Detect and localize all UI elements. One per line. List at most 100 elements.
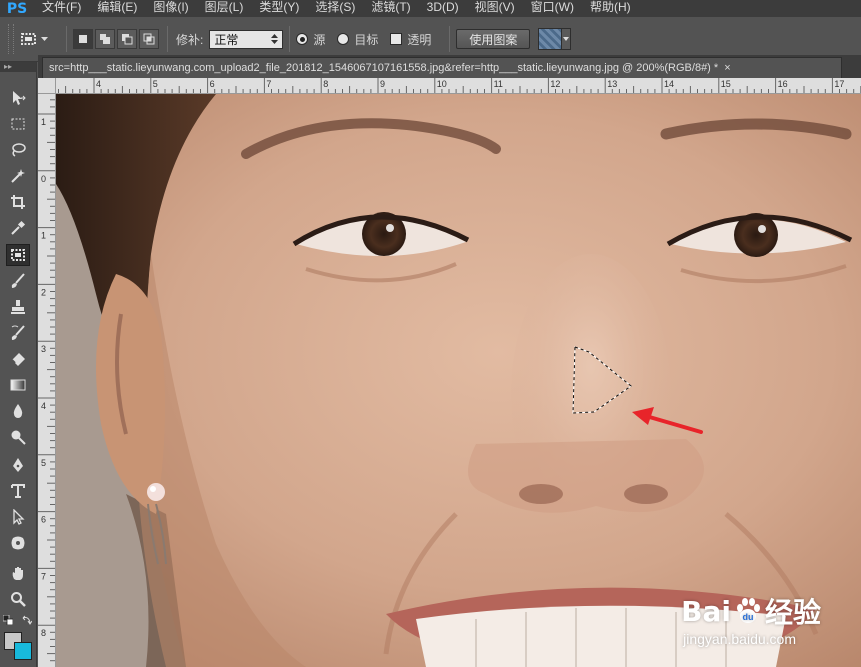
source-label: 源 xyxy=(313,32,326,47)
ruler-label: 8 xyxy=(41,628,46,638)
patch-tool-icon xyxy=(21,33,36,45)
document-canvas[interactable]: Bai du 经验 jingyan.baidu.com xyxy=(56,94,861,667)
ruler-label: 7 xyxy=(41,571,46,581)
default-colors-icon[interactable] xyxy=(2,614,14,626)
marquee-tool[interactable] xyxy=(6,113,30,135)
custom-shape-tool[interactable] xyxy=(6,532,30,554)
menu-item[interactable]: 帮助(H) xyxy=(582,0,639,17)
zoom-tool[interactable] xyxy=(6,588,30,610)
photoshop-logo: PS xyxy=(6,0,28,17)
ruler-label: 12 xyxy=(550,79,560,89)
move-tool[interactable] xyxy=(6,87,30,109)
ruler-label: 4 xyxy=(41,401,46,411)
ruler-label: 7 xyxy=(266,79,271,89)
menu-item[interactable]: 文件(F) xyxy=(34,0,89,17)
dodge-tool[interactable] xyxy=(6,426,30,448)
source-radio-group[interactable]: 源 xyxy=(296,31,325,48)
clone-stamp-tool[interactable] xyxy=(6,296,30,318)
eraser-tool[interactable] xyxy=(6,348,30,370)
separator xyxy=(167,26,168,52)
brush-icon xyxy=(11,273,25,288)
paw-icon: du xyxy=(736,598,760,623)
menu-item[interactable]: 滤镜(T) xyxy=(363,0,418,17)
move-icon xyxy=(13,91,26,105)
ruler-label: 10 xyxy=(437,79,447,89)
separator xyxy=(66,26,67,52)
ruler-label: 6 xyxy=(41,515,46,525)
menu-item[interactable]: 窗口(W) xyxy=(523,0,582,17)
tool-preset-picker[interactable] xyxy=(20,26,60,52)
history-brush-tool[interactable] xyxy=(6,322,30,344)
hand-icon xyxy=(12,567,23,580)
new-selection-icon xyxy=(79,35,87,43)
source-radio[interactable] xyxy=(296,33,309,45)
intersect-selection-button[interactable] xyxy=(139,29,159,49)
drop-icon xyxy=(13,404,23,418)
gradient-icon xyxy=(10,379,26,391)
brush-tool[interactable] xyxy=(6,270,30,292)
magic-wand-tool[interactable] xyxy=(6,165,30,187)
ruler-label: 15 xyxy=(721,79,731,89)
background-color-swatch[interactable] xyxy=(14,642,32,660)
menu-item[interactable]: 图层(L) xyxy=(197,0,252,17)
ruler-label: 1 xyxy=(41,231,46,241)
gradient-tool[interactable] xyxy=(6,374,30,396)
chevron-down-icon xyxy=(41,36,48,41)
horizontal-ruler-ticks: 4 5 6 7 8 9 10 11 12 13 14 15 16 17 xyxy=(58,78,861,93)
toolbox-collapse[interactable]: ▸▸ xyxy=(0,62,36,72)
horizontal-ruler[interactable]: 4 5 6 7 8 9 10 11 12 13 14 15 16 17 xyxy=(56,78,861,94)
patch-mode-select[interactable]: 正常 xyxy=(209,29,284,49)
type-tool[interactable] xyxy=(6,480,30,502)
menu-item[interactable]: 编辑(E) xyxy=(89,0,145,17)
crop-icon xyxy=(11,195,25,209)
vertical-ruler[interactable]: 10123456789 xyxy=(38,94,56,667)
crop-tool[interactable] xyxy=(6,191,30,213)
ruler-label: 8 xyxy=(323,79,328,89)
face-photo xyxy=(56,94,861,667)
swap-colors-icon[interactable] xyxy=(22,614,33,625)
menu-item[interactable]: 视图(V) xyxy=(467,0,523,17)
select-arrows-icon xyxy=(271,34,279,44)
pen-tool[interactable] xyxy=(6,454,30,476)
intersect-selection-icon xyxy=(143,33,155,45)
ruler-label: 11 xyxy=(494,79,503,89)
stamp-icon xyxy=(11,300,25,314)
ruler-origin[interactable] xyxy=(38,78,56,94)
menu-bar: PS 文件(F) 编辑(E) 图像(I) 图层(L) 类型(Y) 选择(S) 滤镜(T) 3D… xyxy=(0,0,861,17)
menu-item[interactable]: 选择(S) xyxy=(307,0,363,17)
lasso-icon xyxy=(12,143,26,157)
path-selection-tool[interactable] xyxy=(6,506,30,528)
use-pattern-button[interactable]: 使用图案 xyxy=(456,29,531,49)
target-label: 目标 xyxy=(354,32,379,47)
new-selection-button[interactable] xyxy=(73,29,93,49)
baidu-brand-left: Bai xyxy=(681,594,731,628)
ruler-label: 13 xyxy=(607,79,617,89)
target-radio-group[interactable]: 目标 xyxy=(337,31,378,48)
vertical-ruler-ticks: 10123456789 xyxy=(38,99,55,662)
document-tab[interactable]: src=http___static.lieyunwang.com_upload2… xyxy=(42,57,842,78)
pattern-swatch[interactable] xyxy=(538,28,563,50)
target-radio[interactable] xyxy=(337,33,350,45)
pen-icon xyxy=(13,458,23,472)
transparent-checkbox-group[interactable]: 透明 xyxy=(390,31,431,48)
pattern-picker-arrow[interactable] xyxy=(562,28,572,50)
hand-tool[interactable] xyxy=(6,562,30,584)
lasso-tool[interactable] xyxy=(6,139,30,161)
menu-item[interactable]: 图像(I) xyxy=(145,0,196,17)
patch-tool[interactable] xyxy=(6,244,30,266)
ruler-label: 6 xyxy=(210,79,215,89)
add-to-selection-button[interactable] xyxy=(95,29,115,49)
subtract-from-selection-button[interactable] xyxy=(117,29,137,49)
path-selection-icon xyxy=(13,509,25,525)
transparent-checkbox[interactable] xyxy=(390,33,403,45)
ruler-label: 5 xyxy=(153,79,158,89)
menu-item[interactable]: 3D(D) xyxy=(419,0,467,17)
rectangle-marquee-icon xyxy=(11,118,25,130)
eyedropper-tool[interactable] xyxy=(6,217,30,239)
options-grip[interactable] xyxy=(8,24,14,54)
blur-tool[interactable] xyxy=(6,400,30,422)
close-icon[interactable]: × xyxy=(724,62,730,74)
menu-item[interactable]: 类型(Y) xyxy=(251,0,307,17)
separator xyxy=(449,26,451,52)
history-brush-icon xyxy=(11,325,25,340)
